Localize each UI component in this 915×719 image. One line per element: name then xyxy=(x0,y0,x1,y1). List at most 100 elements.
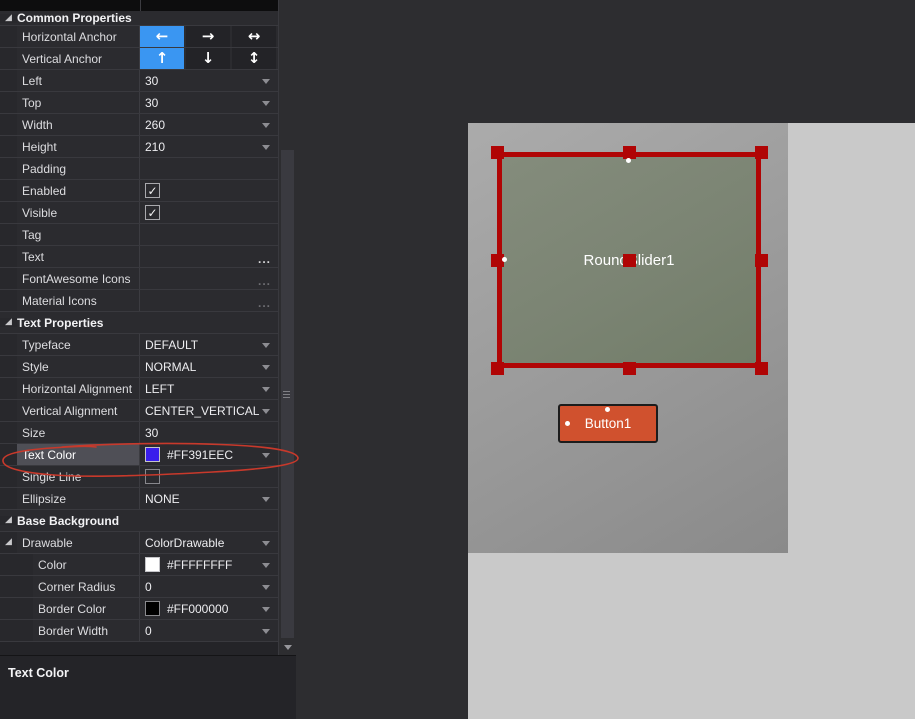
property-row-text-color[interactable]: Text Color #FF391EEC xyxy=(0,443,278,465)
property-row-material-icons[interactable]: Material Icons... xyxy=(0,289,278,311)
dropdown-arrow-icon[interactable] xyxy=(262,606,270,612)
dropdown-arrow-icon[interactable] xyxy=(262,122,270,128)
ellipsis-button[interactable]: ... xyxy=(258,253,271,265)
selection-handle[interactable] xyxy=(623,254,636,267)
expander-icon[interactable]: ◢ xyxy=(0,532,17,553)
property-row-visible[interactable]: Visible ✓ xyxy=(0,201,278,223)
property-row-tag[interactable]: Tag xyxy=(0,223,278,245)
property-row-top[interactable]: Top 30 xyxy=(0,91,278,113)
property-row-vertical-anchor[interactable]: Vertical Anchor ↑ ↓ ↕ xyxy=(0,47,278,69)
property-value[interactable] xyxy=(140,224,278,245)
property-value[interactable]: ✓ xyxy=(140,180,278,201)
anchor-top-bottom-button[interactable]: ↕ xyxy=(232,48,278,69)
selection-handle[interactable] xyxy=(755,362,768,375)
property-value[interactable]: NORMAL xyxy=(140,356,278,377)
dropdown-arrow-icon[interactable] xyxy=(262,364,270,370)
property-row-vertical-alignment[interactable]: Vertical Alignment CENTER_VERTICAL xyxy=(0,399,278,421)
section-header-common-properties[interactable]: ◢ Common Properties xyxy=(0,11,278,25)
anchor-left-button[interactable]: ← xyxy=(140,26,186,47)
selection-handle[interactable] xyxy=(491,146,504,159)
property-row-enabled[interactable]: Enabled ✓ xyxy=(0,179,278,201)
property-row-border-width[interactable]: Border Width 0 xyxy=(0,619,278,641)
property-value[interactable]: ... xyxy=(140,246,278,267)
checkbox-unchecked[interactable] xyxy=(145,469,160,484)
property-value[interactable]: NONE xyxy=(140,488,278,509)
dropdown-arrow-icon[interactable] xyxy=(262,100,270,106)
checkbox-checked[interactable]: ✓ xyxy=(145,205,160,220)
property-value[interactable] xyxy=(140,158,278,179)
selection-handle[interactable] xyxy=(623,146,636,159)
property-row-single-line[interactable]: Single Line xyxy=(0,465,278,487)
selection-handle[interactable] xyxy=(623,362,636,375)
property-row-corner-radius[interactable]: Corner Radius 0 xyxy=(0,575,278,597)
dropdown-arrow-icon[interactable] xyxy=(262,144,270,150)
dropdown-arrow-icon[interactable] xyxy=(262,452,270,458)
property-value[interactable]: ... xyxy=(140,268,278,289)
property-value[interactable]: 210 xyxy=(140,136,278,157)
checkbox-checked[interactable]: ✓ xyxy=(145,183,160,198)
section-header-text-properties[interactable]: ◢ Text Properties xyxy=(0,311,278,333)
property-row-typeface[interactable]: Typeface DEFAULT xyxy=(0,333,278,355)
anchor-top-button[interactable]: ↑ xyxy=(140,48,186,69)
property-row-text[interactable]: Text... xyxy=(0,245,278,267)
property-value[interactable]: DEFAULT xyxy=(140,334,278,355)
property-row-ellipsize[interactable]: Ellipsize NONE xyxy=(0,487,278,509)
dropdown-arrow-icon[interactable] xyxy=(262,342,270,348)
property-value[interactable]: ✓ xyxy=(140,202,278,223)
property-value[interactable]: 0 xyxy=(140,620,278,641)
dropdown-arrow-icon[interactable] xyxy=(262,496,270,502)
property-value[interactable]: ColorDrawable xyxy=(140,532,278,553)
color-swatch[interactable] xyxy=(145,601,160,616)
scrollbar[interactable] xyxy=(278,0,296,655)
property-value[interactable]: 0 xyxy=(140,576,278,597)
dropdown-arrow-icon[interactable] xyxy=(262,584,270,590)
property-row-drawable[interactable]: ◢ Drawable ColorDrawable xyxy=(0,531,278,553)
property-row-horizontal-anchor[interactable]: Horizontal Anchor ← → ↔ xyxy=(0,25,278,47)
ellipsis-button[interactable]: ... xyxy=(258,297,271,309)
property-value[interactable]: 30 xyxy=(140,70,278,91)
property-value[interactable]: ... xyxy=(140,290,278,311)
phone-screen[interactable]: RoundSlider1 Button1 xyxy=(468,123,788,553)
anchor-left-right-button[interactable]: ↔ xyxy=(232,26,278,47)
dropdown-arrow-icon[interactable] xyxy=(262,78,270,84)
expander-icon[interactable]: ◢ xyxy=(0,318,17,327)
property-row-height[interactable]: Height 210 xyxy=(0,135,278,157)
property-value[interactable]: #FF391EEC xyxy=(140,444,278,465)
property-row-horizontal-alignment[interactable]: Horizontal Alignment LEFT xyxy=(0,377,278,399)
dropdown-arrow-icon[interactable] xyxy=(262,540,270,546)
anchor-right-button[interactable]: → xyxy=(186,26,232,47)
dropdown-arrow-icon[interactable] xyxy=(262,562,270,568)
scroll-down-button[interactable] xyxy=(279,640,296,655)
property-value[interactable]: 260 xyxy=(140,114,278,135)
color-swatch[interactable] xyxy=(145,447,160,462)
selection-handle[interactable] xyxy=(491,362,504,375)
property-value[interactable]: ↑ ↓ ↕ xyxy=(140,48,278,69)
property-value[interactable]: CENTER_VERTICAL xyxy=(140,400,278,421)
property-row-padding[interactable]: Padding xyxy=(0,157,278,179)
property-value[interactable]: LEFT xyxy=(140,378,278,399)
property-row-style[interactable]: Style NORMAL xyxy=(0,355,278,377)
section-header-base-background[interactable]: ◢ Base Background xyxy=(0,509,278,531)
property-row-fontawesome-icons[interactable]: FontAwesome Icons... xyxy=(0,267,278,289)
property-value[interactable]: #FF000000 xyxy=(140,598,278,619)
splitter-grip-icon[interactable] xyxy=(283,391,290,399)
property-row-width[interactable]: Width 260 xyxy=(0,113,278,135)
ellipsis-button[interactable]: ... xyxy=(258,275,271,287)
dropdown-arrow-icon[interactable] xyxy=(262,408,270,414)
anchor-bottom-button[interactable]: ↓ xyxy=(186,48,232,69)
property-value[interactable]: #FFFFFFFF xyxy=(140,554,278,575)
property-row-color[interactable]: Color #FFFFFFFF xyxy=(0,553,278,575)
expander-icon[interactable]: ◢ xyxy=(0,516,17,525)
property-value[interactable]: 30 xyxy=(140,422,278,443)
selection-handle[interactable] xyxy=(755,254,768,267)
selection-handle[interactable] xyxy=(755,146,768,159)
property-row-size[interactable]: Size 30 xyxy=(0,421,278,443)
property-row-border-color[interactable]: Border Color #FF000000 xyxy=(0,597,278,619)
expander-icon[interactable]: ◢ xyxy=(0,13,17,23)
property-value[interactable]: 30 xyxy=(140,92,278,113)
property-value[interactable]: ← → ↔ xyxy=(140,26,278,47)
property-value[interactable] xyxy=(140,466,278,487)
dropdown-arrow-icon[interactable] xyxy=(262,628,270,634)
color-swatch[interactable] xyxy=(145,557,160,572)
property-row-left[interactable]: Left 30 xyxy=(0,69,278,91)
